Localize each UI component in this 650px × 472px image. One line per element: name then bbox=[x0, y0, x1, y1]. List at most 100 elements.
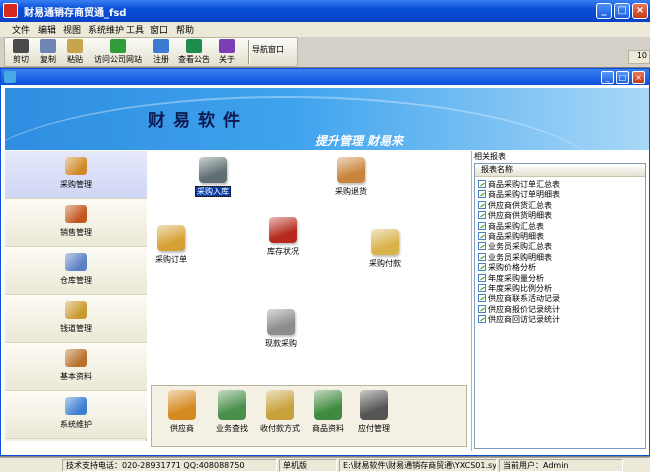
status-user: 当前用户：Admin bbox=[499, 459, 623, 472]
payment-icon bbox=[371, 229, 399, 255]
menu-file[interactable]: 文件 bbox=[12, 23, 30, 36]
copy-label: 复制 bbox=[40, 55, 56, 64]
report-label: 商品采购汇总表 bbox=[488, 221, 544, 231]
goods-icon bbox=[314, 390, 342, 420]
nav-item-finance[interactable]: 钱道管理 bbox=[5, 295, 147, 343]
report-icon bbox=[478, 242, 486, 251]
report-row[interactable]: 年度采购量分析 bbox=[478, 273, 544, 284]
report-row[interactable]: 商品采购汇总表 bbox=[478, 221, 544, 232]
report-row[interactable]: 供应商回访记录统计 bbox=[478, 315, 560, 325]
menu-system[interactable]: 系统维护 bbox=[88, 23, 124, 36]
inner-title-bar[interactable]: _ □ × bbox=[1, 69, 649, 85]
paste-label: 粘贴 bbox=[67, 55, 83, 64]
purchase-return-label: 采购退货 bbox=[335, 187, 367, 196]
banner-slogan: 提升管理 财易来 bbox=[315, 134, 404, 148]
reports-column-header[interactable]: 报表名称 bbox=[475, 164, 645, 177]
inner-maximize-button[interactable]: □ bbox=[616, 71, 629, 84]
minimize-button[interactable]: _ bbox=[596, 3, 612, 19]
nav-item-label: 仓库管理 bbox=[60, 276, 92, 285]
cash-purchase-icon bbox=[267, 309, 295, 335]
about-label: 关于 bbox=[219, 55, 235, 64]
reports-list[interactable]: 报表名称 商品采购订单汇总表 商品采购订单明细表 供应商供货汇总表 供应商供货明细表商… bbox=[474, 163, 646, 449]
banner-title: 财易软件 bbox=[148, 111, 248, 131]
nav-item-label: 销售管理 bbox=[60, 228, 92, 237]
warehouse-icon bbox=[65, 253, 87, 271]
purchase-return-shortcut[interactable]: 采购退货 bbox=[319, 157, 383, 197]
view-notice-button[interactable]: 查看公告 bbox=[176, 39, 212, 65]
report-icon bbox=[478, 263, 486, 272]
menu-edit[interactable]: 编辑 bbox=[38, 23, 56, 36]
report-label: 采购价格分析 bbox=[488, 263, 536, 273]
nav-window-button[interactable]: 导航窗口 bbox=[252, 44, 284, 55]
purchase-inbound-shortcut[interactable]: 采购入库 bbox=[181, 157, 245, 197]
title-bar[interactable]: 财易通销存商贸通_fsd _ □ × bbox=[0, 0, 650, 22]
inbound-icon bbox=[199, 157, 227, 183]
view-notice-label: 查看公告 bbox=[178, 55, 210, 64]
inner-minimize-button[interactable]: _ bbox=[601, 71, 614, 84]
cut-label: 剪切 bbox=[13, 55, 29, 64]
report-row[interactable]: 供应商供货明细表 bbox=[478, 211, 552, 221]
menu-help[interactable]: 帮助 bbox=[176, 23, 194, 36]
report-row[interactable]: 供应商报价记录统计 bbox=[478, 304, 560, 315]
payable-label: 应付管理 bbox=[358, 424, 390, 433]
purchase-payment-shortcut[interactable]: 采购付款 bbox=[353, 229, 417, 269]
nav-item-label: 采购管理 bbox=[60, 180, 92, 189]
globe-icon bbox=[186, 39, 202, 53]
tools-icon bbox=[65, 397, 87, 415]
inner-close-button[interactable]: × bbox=[632, 71, 645, 84]
status-support: 技术支持电话：020-28931771 QQ:408088750 bbox=[62, 459, 277, 472]
inventory-status-shortcut[interactable]: 库存状况 bbox=[251, 217, 315, 257]
cut-button[interactable]: 剪切 bbox=[6, 39, 36, 65]
banner: 财易软件 提升管理 财易来 bbox=[5, 88, 649, 150]
search-icon bbox=[218, 390, 246, 420]
report-row[interactable]: 采购价格分析 bbox=[478, 263, 536, 273]
window-title: 财易通销存商贸通_fsd bbox=[24, 8, 127, 19]
report-icon bbox=[478, 315, 486, 324]
secondary-toolbar[interactable]: 10 bbox=[628, 50, 650, 64]
cash-purchase-shortcut[interactable]: 现款采购 bbox=[249, 309, 313, 349]
report-icon bbox=[478, 294, 486, 303]
supplier-icon bbox=[168, 390, 196, 420]
report-row[interactable]: 供应商联系活动记录 bbox=[478, 294, 560, 304]
copy-button[interactable]: 复制 bbox=[33, 39, 63, 65]
about-button[interactable]: 关于 bbox=[212, 39, 242, 65]
status-path: E:\财易软件\财易通销存商贸通\YXCS01.sys bbox=[339, 459, 497, 472]
visit-website-button[interactable]: 访问公司网站 bbox=[92, 39, 144, 65]
globe-network-icon bbox=[110, 39, 126, 53]
report-label: 年度采购比例分析 bbox=[488, 284, 552, 293]
menu-window[interactable]: 窗口 bbox=[150, 23, 168, 36]
menu-tools[interactable]: 工具 bbox=[126, 23, 144, 36]
paste-button[interactable]: 粘贴 bbox=[60, 39, 90, 65]
sales-icon bbox=[65, 205, 87, 223]
nav-item-label: 系统维护 bbox=[60, 420, 92, 429]
purchase-order-shortcut[interactable]: 采购订单 bbox=[139, 225, 203, 265]
nav-item-purchase[interactable]: 采购管理 bbox=[5, 151, 147, 199]
report-row[interactable]: 年度采购比例分析 bbox=[478, 284, 552, 294]
payable-icon bbox=[360, 390, 388, 420]
purchase-order-label: 采购订单 bbox=[155, 255, 187, 264]
report-row[interactable]: 商品采购订单汇总表 bbox=[478, 180, 560, 190]
nav-item-system[interactable]: 系统维护 bbox=[5, 391, 147, 439]
nav-item-warehouse[interactable]: 仓库管理 bbox=[5, 247, 147, 295]
report-row[interactable]: 商品采购订单明细表 bbox=[478, 190, 560, 200]
close-button[interactable]: × bbox=[632, 3, 648, 19]
nav-item-sales[interactable]: 销售管理 bbox=[5, 199, 147, 247]
report-icon bbox=[478, 252, 486, 261]
report-label: 供应商回访记录统计 bbox=[488, 315, 560, 325]
payable-shortcut[interactable]: 应付管理 bbox=[344, 390, 404, 434]
report-row[interactable]: 业务员采购明细表 bbox=[478, 252, 552, 263]
report-row[interactable]: 业务员采购汇总表 bbox=[478, 242, 552, 252]
report-label: 商品采购订单汇总表 bbox=[488, 180, 560, 189]
register-icon bbox=[153, 39, 169, 53]
report-row[interactable]: 商品采购明细表 bbox=[478, 232, 544, 242]
report-label: 年度采购量分析 bbox=[488, 273, 544, 283]
register-button[interactable]: 注册 bbox=[146, 39, 176, 65]
report-row[interactable]: 供应商供货汇总表 bbox=[478, 200, 552, 211]
maximize-button[interactable]: □ bbox=[614, 3, 630, 19]
related-reports-panel: 相关报表 报表名称 商品采购订单汇总表 商品采购订单明细表 供应商供货汇总表 供应商供… bbox=[471, 151, 647, 451]
status-bar: 技术支持电话：020-28931771 QQ:408088750 单机版 E:\… bbox=[0, 457, 650, 472]
register-label: 注册 bbox=[153, 55, 169, 64]
report-label: 业务员采购明细表 bbox=[488, 252, 552, 262]
menu-view[interactable]: 视图 bbox=[63, 23, 81, 36]
nav-item-basic-data[interactable]: 基本资料 bbox=[5, 343, 147, 391]
